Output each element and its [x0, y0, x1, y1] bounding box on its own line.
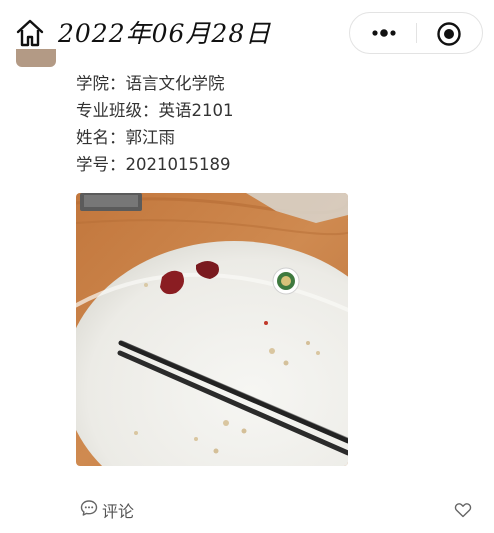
post-footer: 评论 — [0, 490, 494, 530]
comment-button[interactable]: 评论 — [80, 499, 134, 521]
student-info: 学院：语言文化学院 专业班级：英语2101 姓名：郭江雨 学号：20210151… — [76, 70, 234, 178]
heart-icon[interactable] — [454, 501, 472, 519]
top-bar: 2022年06月28日 — [0, 0, 494, 64]
comment-bubble-icon — [80, 499, 98, 521]
avatar[interactable] — [16, 49, 56, 69]
class-line: 专业班级：英语2101 — [76, 101, 234, 120]
capsule-divider — [416, 23, 417, 43]
mini-program-capsule — [349, 12, 483, 54]
student-id-line: 学号：2021015189 — [76, 155, 231, 174]
home-icon[interactable] — [14, 17, 46, 49]
more-dots-icon[interactable] — [364, 22, 404, 44]
photo-image[interactable] — [76, 193, 348, 466]
page-title: 2022年06月28日 — [58, 19, 272, 48]
comment-label: 评论 — [102, 502, 135, 521]
college-line: 学院：语言文化学院 — [76, 74, 225, 93]
target-close-icon[interactable] — [436, 21, 462, 47]
name-line: 姓名：郭江雨 — [76, 128, 175, 147]
